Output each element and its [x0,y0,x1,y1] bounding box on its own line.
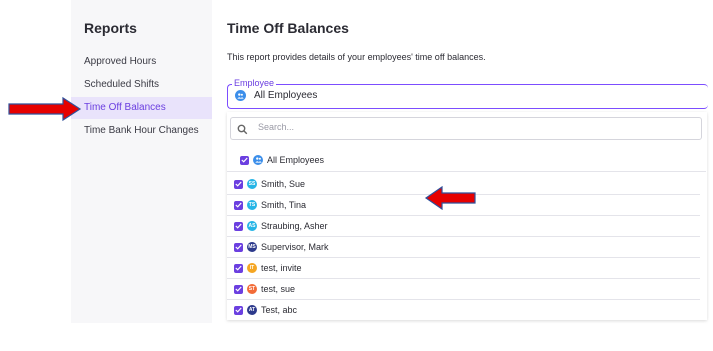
sidebar-item-scheduled-shifts[interactable]: Scheduled Shifts [71,74,212,96]
avatar: SS [247,179,257,189]
option-test-abc[interactable]: AT Test, abc [227,300,700,320]
employee-select[interactable]: Employee All Employees [227,78,708,109]
option-supervisor-mark[interactable]: MS Supervisor, Mark [227,237,700,258]
page-title: Time Off Balances [227,20,349,36]
sidebar-title: Reports [84,20,137,36]
option-all-employees[interactable]: All Employees [227,149,706,172]
employee-dropdown-panel: Search... All Employees SS Smith, Sue TS… [227,112,707,320]
checkbox-checked-icon[interactable] [234,242,243,252]
employee-select-text: All Employees [254,90,318,101]
checkbox-checked-icon[interactable] [234,305,243,315]
page-description: This report provides details of your emp… [227,52,486,62]
option-label: test, invite [261,263,302,273]
checkbox-checked-icon[interactable] [234,284,243,294]
avatar: MS [247,242,257,252]
checkbox-checked-icon[interactable] [234,200,243,210]
employee-field-label: Employee [232,78,277,88]
checkbox-checked-icon[interactable] [234,179,243,189]
red-arrow-left-icon [424,186,476,210]
option-label: Supervisor, Mark [261,242,329,252]
search-input[interactable]: Search... [230,117,702,140]
avatar: AT [247,305,257,315]
search-icon [237,122,248,140]
checkbox-checked-icon[interactable] [234,263,243,273]
option-label: Straubing, Asher [261,221,328,231]
option-straubing-asher[interactable]: AS Straubing, Asher [227,216,700,237]
employee-select-value: All Employees [235,90,317,101]
checkbox-checked-icon[interactable] [240,155,249,165]
sidebar-item-time-bank-hour-changes[interactable]: Time Bank Hour Changes [71,120,212,142]
sidebar-item-approved-hours[interactable]: Approved Hours [71,51,212,73]
sidebar-item-time-off-balances[interactable]: Time Off Balances [71,97,212,119]
option-test-sue[interactable]: ST test, sue [227,279,700,300]
option-test-invite[interactable]: IT test, invite [227,258,700,279]
avatar: IT [247,263,257,273]
group-icon [253,155,263,165]
search-placeholder: Search... [258,122,295,132]
option-label: Smith, Tina [261,200,307,210]
reports-sidebar: Reports Approved Hours Scheduled Shifts … [71,0,212,323]
checkbox-checked-icon[interactable] [234,221,243,231]
avatar: ST [247,284,257,294]
group-icon [235,90,246,101]
red-arrow-right-icon [8,96,82,122]
avatar: TS [247,200,257,210]
option-label: Test, abc [261,305,298,315]
option-label: Smith, Sue [261,179,306,189]
option-label: test, sue [261,284,296,294]
avatar: AS [247,221,257,231]
option-label: All Employees [267,155,325,165]
